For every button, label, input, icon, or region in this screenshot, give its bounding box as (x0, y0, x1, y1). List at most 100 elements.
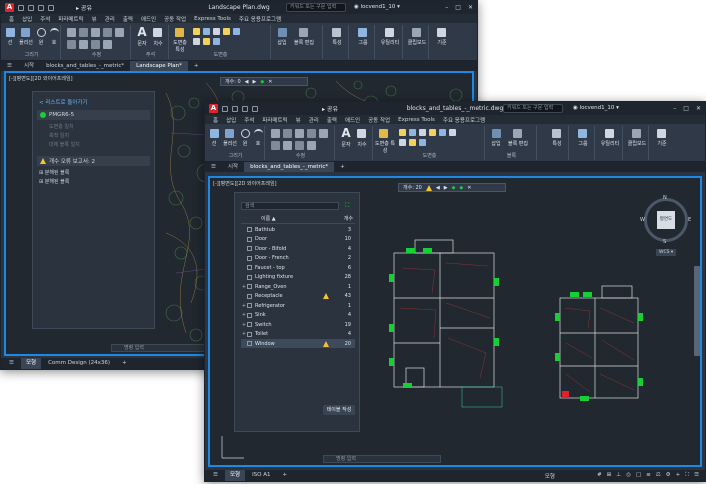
panel-search-input[interactable]: 검색 (241, 202, 339, 210)
new-tab-icon[interactable]: + (334, 162, 351, 172)
layer-match-icon[interactable] (233, 28, 240, 35)
line-icon[interactable] (6, 28, 15, 37)
group-icon[interactable] (358, 28, 367, 37)
snap-icon[interactable]: ⊞ (607, 472, 612, 479)
ribbon-tab[interactable]: 홈 (213, 116, 218, 124)
dimension-icon[interactable] (357, 129, 366, 138)
save-icon[interactable] (242, 105, 248, 112)
ribbon-tab[interactable]: 관리 (105, 15, 115, 23)
open-file-icon[interactable] (232, 105, 238, 112)
fillet-icon[interactable] (67, 40, 76, 49)
back-to-list-link[interactable]: < 리스트로 돌아가기 (39, 98, 88, 106)
table-row[interactable]: Door - French 2 (241, 254, 355, 263)
file-tab-start[interactable]: 시작 (18, 61, 40, 71)
name-column-header[interactable]: 이름 ▲ (241, 215, 335, 223)
plus-icon[interactable]: + (676, 472, 681, 479)
layout-tab-model[interactable]: 모형 (20, 358, 42, 369)
layer-match-icon[interactable] (439, 129, 446, 136)
file-tab-start[interactable]: 시작 (222, 162, 244, 172)
close-icon[interactable]: ✕ (468, 4, 473, 11)
layer-on-icon[interactable] (399, 129, 406, 136)
text-icon[interactable]: A (340, 126, 352, 140)
paste-icon[interactable] (632, 129, 641, 138)
properties-icon[interactable] (332, 28, 341, 37)
trim-icon[interactable] (91, 28, 100, 37)
measure-icon[interactable] (605, 129, 614, 138)
array-icon[interactable] (307, 141, 316, 150)
mirror-icon[interactable] (115, 28, 124, 37)
paste-icon[interactable] (412, 28, 421, 37)
share-button[interactable]: ▸ 공유 (76, 3, 92, 12)
model-space-indicator[interactable]: 모형 (545, 472, 555, 480)
dimension-icon[interactable] (153, 28, 162, 37)
layout-tab-model[interactable]: 모형 (224, 470, 246, 481)
compass-west[interactable]: W (640, 217, 645, 223)
block-edit-icon[interactable] (513, 129, 522, 138)
file-tab-blocks[interactable]: blocks_and_tables_-_metric* (244, 162, 335, 172)
ribbon-tab[interactable]: 공동 작업 (368, 116, 390, 124)
trim-icon[interactable] (295, 129, 304, 138)
autocad-logo[interactable]: A (209, 104, 218, 113)
share-button[interactable]: ▸ 공유 (322, 104, 338, 113)
layer-lock-icon[interactable] (213, 28, 220, 35)
menu-icon[interactable]: ☰ (208, 470, 223, 481)
ribbon-tab[interactable]: 뷰 (92, 15, 97, 23)
mirror-icon[interactable] (319, 129, 328, 138)
maximize-icon[interactable]: □ (455, 4, 461, 11)
layer-walk-icon[interactable] (449, 129, 456, 136)
rotate-icon[interactable] (79, 28, 88, 37)
ribbon-tab[interactable]: 주요 응용프로그램 (239, 15, 281, 23)
compass-north[interactable]: N (663, 195, 667, 201)
polyline-icon[interactable] (225, 129, 234, 138)
ribbon-tab[interactable]: 파라메트릭 (58, 15, 83, 23)
menu-icon[interactable]: ☰ (205, 162, 222, 172)
layer-properties-icon[interactable] (175, 28, 184, 37)
table-row[interactable]: + Range_Oven 1 (241, 282, 355, 291)
table-row[interactable]: + Switch 19 (241, 320, 355, 329)
ribbon-tab[interactable]: 파라메트릭 (262, 116, 287, 124)
new-layout-icon[interactable]: + (278, 470, 293, 481)
ribbon-tab[interactable]: 주석 (244, 116, 254, 124)
array-icon[interactable] (103, 40, 112, 49)
layer-on-icon[interactable] (193, 28, 200, 35)
file-tab-blocks[interactable]: blocks_and_tables_-_metric* (40, 61, 130, 71)
front-drawing-canvas[interactable]: [-][평면도][2D 와이어프레임] 개수: 20 ◀ ▶ ◆ ◆ ✕ 평면도… (208, 176, 702, 467)
ribbon-tab[interactable]: 주요 응용프로그램 (443, 116, 485, 124)
new-layout-icon[interactable]: + (117, 358, 132, 369)
stretch-icon[interactable] (283, 141, 292, 150)
layer-properties-icon[interactable] (379, 129, 388, 138)
table-row[interactable]: Receptacle 43 (241, 292, 355, 301)
open-file-icon[interactable] (28, 4, 34, 11)
print-icon[interactable] (48, 4, 54, 11)
ribbon-tab[interactable]: 뷰 (296, 116, 301, 124)
print-icon[interactable] (252, 105, 258, 112)
layer-delete-icon[interactable] (409, 139, 416, 146)
ribbon-tab[interactable]: 애드인 (141, 15, 156, 23)
scale-icon[interactable] (295, 141, 304, 150)
circle-icon[interactable] (241, 129, 250, 138)
table-row[interactable]: Bathtub 3 (241, 225, 355, 234)
save-icon[interactable] (38, 4, 44, 11)
insert-block-icon[interactable] (492, 129, 501, 138)
layer-merge-icon[interactable] (399, 139, 406, 146)
layout-tab-iso-a1[interactable]: ISO A1 (247, 470, 275, 481)
menu-icon[interactable]: ☰ (1, 61, 18, 71)
minimize-icon[interactable]: – (445, 4, 448, 11)
table-row[interactable]: Window 20 (241, 339, 355, 348)
wcs-menu[interactable]: WCS ▾ (656, 249, 677, 256)
maximize-icon[interactable]: □ (683, 105, 689, 112)
ortho-icon[interactable]: ⊥ (616, 472, 621, 479)
compass-south[interactable]: S (663, 239, 666, 245)
match-scale-option[interactable]: 축척 일치 (49, 132, 80, 141)
ribbon-tab[interactable]: 관리 (309, 116, 319, 124)
polar-icon[interactable]: ◎ (626, 472, 631, 479)
copy-icon[interactable] (307, 129, 316, 138)
copy-icon[interactable] (103, 28, 112, 37)
layer-freeze-icon[interactable] (203, 28, 210, 35)
circle-icon[interactable] (37, 28, 46, 37)
viewcube[interactable]: 평면도 N S E W (640, 195, 691, 245)
group-icon[interactable] (578, 129, 587, 138)
ribbon-tab[interactable]: 애드인 (345, 116, 360, 124)
compass-east[interactable]: E (688, 217, 691, 223)
autocad-logo[interactable]: A (5, 3, 14, 12)
